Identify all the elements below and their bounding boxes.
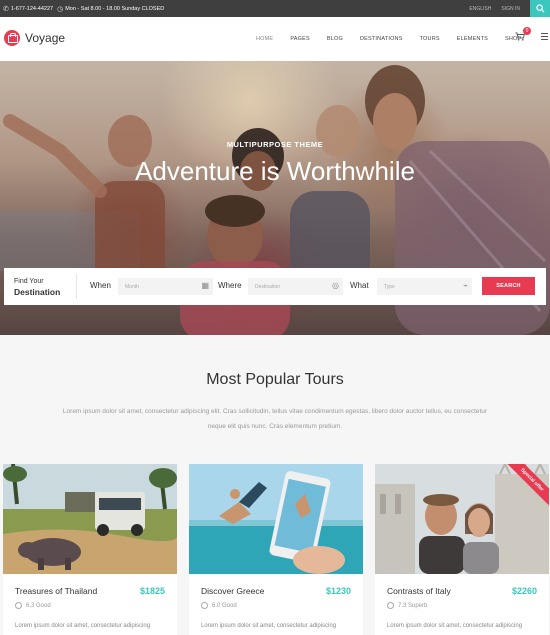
opening-hours: Mon - Sat 8.00 - 18.00 Sunday CLOSED <box>65 5 165 12</box>
where-label: Where <box>218 281 242 290</box>
logo-text: Voyage <box>25 31 66 45</box>
find-line-1: Find Your <box>14 278 44 285</box>
tour-price: $1230 <box>325 586 351 596</box>
what-placeholder: Type <box>384 283 395 290</box>
italy-photo <box>375 464 549 574</box>
search-button[interactable]: SEARCH <box>482 277 535 295</box>
tour-rating: 6.3 Good <box>15 602 51 609</box>
tour-name[interactable]: Discover Greece <box>201 586 264 596</box>
tour-rating: 6.0 Good <box>201 602 237 609</box>
calendar-icon: ▦ <box>201 281 209 290</box>
cart-button[interactable]: 0 <box>515 27 531 43</box>
tour-card[interactable]: Discover Greece $1230 6.0 Good Lorem ips… <box>189 464 363 635</box>
phone-info: ✆ 1-677-124-44227 <box>3 5 53 13</box>
hours-info: ◷ Mon - Sat 8.00 - 18.00 Sunday CLOSED <box>57 5 164 13</box>
top-search-button[interactable] <box>530 0 550 17</box>
tour-name[interactable]: Treasures of Thailand <box>15 586 97 596</box>
where-placeholder: Destination <box>255 283 281 290</box>
main-nav: HOME PAGES BLOG DESTINATIONS TOURS ELEME… <box>256 17 521 61</box>
tour-price: $1825 <box>139 586 165 596</box>
divider <box>76 274 77 299</box>
phone-number: 1-677-124-44227 <box>10 5 54 12</box>
suitcase-icon <box>4 30 20 46</box>
tour-rating: 7.3 Superb <box>387 602 427 609</box>
rating-text: 7.3 Superb <box>398 602 428 609</box>
find-line-2: Destination <box>14 287 61 297</box>
tour-description: Lorem ipsum dolor sit amet, consectetur … <box>15 623 151 629</box>
what-type-field[interactable]: Type ⌁ <box>377 278 472 295</box>
safari-photo <box>3 464 177 574</box>
tour-card[interactable]: Treasures of Thailand $1825 6.3 Good Lor… <box>3 464 177 635</box>
sign-in-link[interactable]: SIGN IN <box>501 6 520 12</box>
rating-icon <box>201 602 208 609</box>
compass-icon: ◎ <box>332 281 339 290</box>
top-links: ENGLISH SIGN IN <box>469 0 520 17</box>
rating-icon <box>15 602 22 609</box>
find-destination-heading: Find Your Destination <box>14 276 74 299</box>
nav-elements[interactable]: ELEMENTS <box>457 36 488 42</box>
tour-name[interactable]: Contrasts of Italy <box>387 586 451 596</box>
tour-description: Lorem ipsum dolor sit amet, consectetur … <box>387 623 523 629</box>
nav-tours[interactable]: TOURS <box>420 36 440 42</box>
site-header: Voyage HOME PAGES BLOG DESTINATIONS TOUR… <box>0 17 550 61</box>
phone-icon: ✆ <box>3 5 9 13</box>
language-selector[interactable]: ENGLISH <box>469 6 491 12</box>
where-destination-field[interactable]: Destination ◎ <box>248 278 343 295</box>
section-description: Lorem ipsum dolor sit amet, consectetur … <box>62 408 488 430</box>
search-icon <box>535 4 545 13</box>
when-label: When <box>90 281 111 290</box>
nav-blog[interactable]: BLOG <box>327 36 343 42</box>
rating-text: 6.0 Good <box>212 602 237 609</box>
nav-destinations[interactable]: DESTINATIONS <box>360 36 403 42</box>
when-placeholder: Month <box>125 283 139 290</box>
what-label: What <box>350 281 369 290</box>
hero-subtitle: MULTIPURPOSE THEME <box>226 140 324 149</box>
contact-info: ✆ 1-677-124-44227 ◷ Mon - Sat 8.00 - 18.… <box>3 0 164 17</box>
tour-description: Lorem ipsum dolor sit amet, consectetur … <box>201 623 337 629</box>
tour-image[interactable]: Special offer <box>375 464 549 574</box>
top-bar: ✆ 1-677-124-44227 ◷ Mon - Sat 8.00 - 18.… <box>0 0 550 17</box>
rating-text: 6.3 Good <box>26 602 51 609</box>
rating-icon <box>387 602 394 609</box>
tour-search-bar: Find Your Destination When Month ▦ Where… <box>4 268 546 305</box>
tour-price: $2260 <box>511 586 537 596</box>
clock-icon: ◷ <box>57 5 64 13</box>
cart-count-badge: 0 <box>523 27 531 35</box>
when-month-field[interactable]: Month ▦ <box>118 278 213 295</box>
greece-photo <box>189 464 363 574</box>
logo[interactable]: Voyage <box>4 30 65 46</box>
nav-home[interactable]: HOME <box>256 36 273 42</box>
section-title: Most Popular Tours <box>206 371 344 388</box>
hero-title: Adventure is Worthwhile <box>135 156 415 186</box>
tour-card[interactable]: Special offer Contrasts of Italy $2260 7… <box>375 464 549 635</box>
tour-image[interactable] <box>189 464 363 574</box>
tour-image[interactable] <box>3 464 177 574</box>
tag-icon: ⌁ <box>463 281 468 290</box>
menu-icon[interactable] <box>541 33 548 42</box>
nav-pages[interactable]: PAGES <box>290 36 310 42</box>
